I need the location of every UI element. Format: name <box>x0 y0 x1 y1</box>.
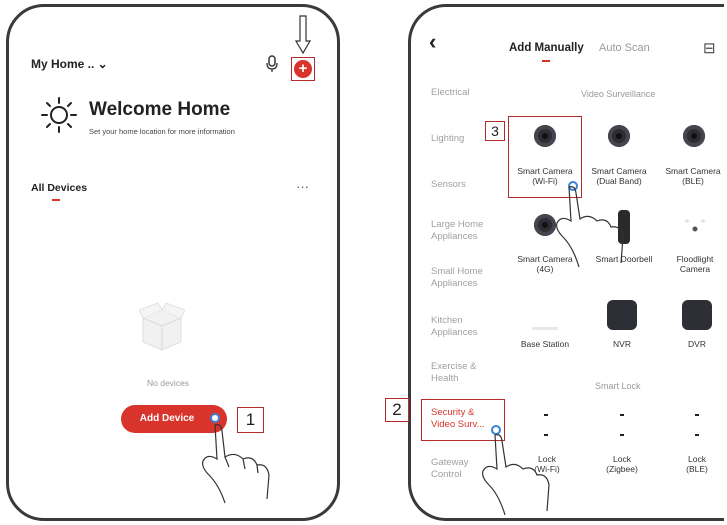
tab-active-underline <box>542 60 550 62</box>
tab-auto-scan[interactable]: Auto Scan <box>599 42 650 54</box>
mic-icon[interactable] <box>265 55 279 73</box>
welcome-title: Welcome Home <box>89 99 231 120</box>
camera-dual-band-icon[interactable] <box>608 125 630 147</box>
category-security-video[interactable]: Security & Video Surv... <box>431 407 497 431</box>
lock-zigbee-icon-2[interactable] <box>620 434 624 436</box>
camera-ble-icon[interactable] <box>683 125 705 147</box>
device-floodlight-camera[interactable]: Floodlight Camera <box>647 254 724 274</box>
device-lock-ble[interactable]: Lock (BLE) <box>649 454 724 474</box>
camera-wifi-icon[interactable] <box>534 125 556 147</box>
category-exercise-health[interactable]: Exercise & Health <box>431 361 497 385</box>
right-phone-screen: ‹ Add Manually Auto Scan ⊟ Electrical Li… <box>408 4 724 521</box>
dvr-icon[interactable] <box>682 300 712 330</box>
category-electrical[interactable]: Electrical <box>431 87 511 99</box>
scan-icon[interactable]: ⊟ <box>703 39 716 57</box>
empty-text: No devices <box>147 378 190 388</box>
add-circle-icon[interactable]: + <box>294 60 312 78</box>
callout-3: 3 <box>485 121 505 141</box>
device-label: Floodlight Camera <box>676 254 714 274</box>
tab-underline <box>52 199 60 201</box>
left-phone-screen: My Home .. ⌄ + Welcome Home Set your hom… <box>6 4 340 521</box>
arrow-down-icon <box>294 15 312 55</box>
device-dvr[interactable]: DVR <box>649 339 724 349</box>
more-icon[interactable]: ··· <box>296 179 309 194</box>
section-smart-lock: Smart Lock <box>595 381 641 391</box>
hand-pointer-icon <box>551 183 631 273</box>
tab-add-manually[interactable]: Add Manually <box>509 42 584 54</box>
callout-1: 1 <box>237 407 264 433</box>
welcome-subtitle[interactable]: Set your home location for more informat… <box>89 127 235 136</box>
device-label: Lock (BLE) <box>686 454 708 474</box>
device-label: Lock (Zigbee) <box>606 454 638 474</box>
nvr-icon[interactable] <box>607 300 637 330</box>
back-icon[interactable]: ‹ <box>429 29 436 55</box>
floodlight-icon[interactable] <box>683 217 707 235</box>
base-station-icon[interactable] <box>532 327 558 330</box>
hand-pointer-icon <box>479 431 555 517</box>
callout-2: 2 <box>385 398 409 422</box>
category-large-home-appliances[interactable]: Large Home Appliances <box>431 219 497 243</box>
category-kitchen-appliances[interactable]: Kitchen Appliances <box>431 315 497 339</box>
empty-box-icon <box>138 302 186 352</box>
lock-ble-icon[interactable] <box>695 414 699 416</box>
lock-ble-icon-2[interactable] <box>695 434 699 436</box>
lock-zigbee-icon[interactable] <box>620 414 624 416</box>
category-small-home-appliances[interactable]: Small Home Appliances <box>431 266 497 290</box>
device-label: Smart Camera (BLE) <box>665 166 721 186</box>
lock-wifi-icon[interactable] <box>544 414 548 416</box>
sun-icon <box>39 95 79 135</box>
device-label: DVR <box>688 339 706 349</box>
device-smart-camera-ble[interactable]: Smart Camera (BLE) <box>645 166 724 186</box>
home-selector[interactable]: My Home .. ⌄ <box>31 57 108 71</box>
all-devices-title[interactable]: All Devices <box>31 182 87 194</box>
section-video-surveillance: Video Surveillance <box>581 89 656 99</box>
